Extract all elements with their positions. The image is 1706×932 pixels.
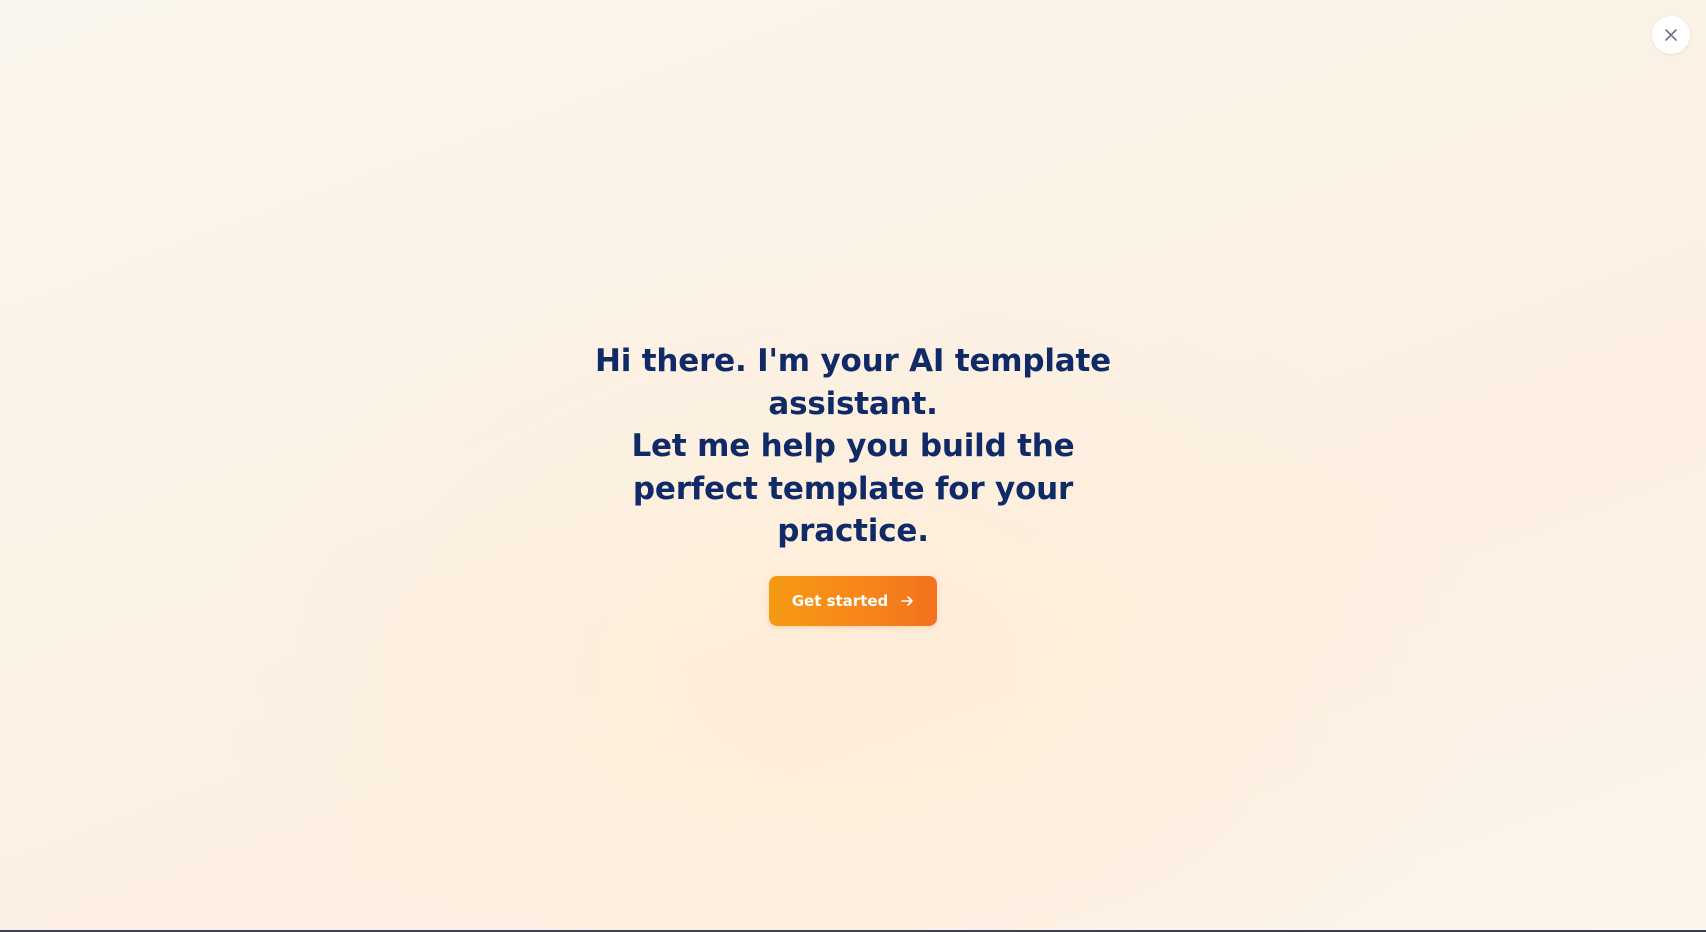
headline-line-1: Hi there. I'm your AI template assistant… — [595, 343, 1111, 422]
headline-line-2: Let me help you build the perfect templa… — [631, 428, 1075, 549]
welcome-headline: Hi there. I'm your AI template assistant… — [573, 340, 1133, 553]
get-started-label: Get started — [791, 591, 889, 610]
close-icon — [1665, 29, 1677, 41]
welcome-hero: Hi there. I'm your AI template assistant… — [0, 340, 1706, 626]
ai-assistant-welcome-screen: Hi there. I'm your AI template assistant… — [0, 0, 1706, 930]
arrow-right-icon — [901, 595, 914, 606]
close-button[interactable] — [1652, 16, 1690, 54]
get-started-button[interactable]: Get started — [769, 575, 937, 626]
